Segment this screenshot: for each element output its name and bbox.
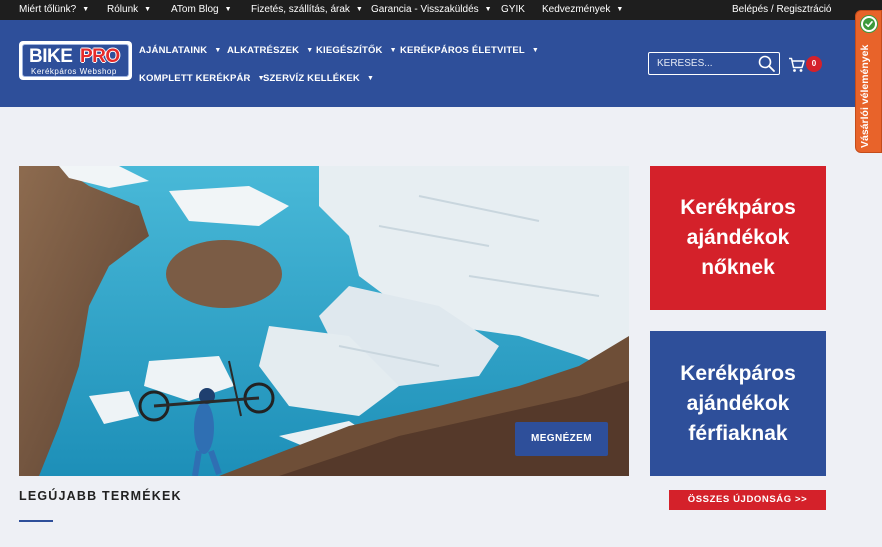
logo-subtitle: Kerékpáros Webshop bbox=[31, 67, 117, 76]
topbar-link-label: Fizetés, szállítás, árak bbox=[251, 4, 350, 15]
promo-line: férfiaknak bbox=[688, 421, 788, 445]
nav-item-label: AJÁNLATAINK bbox=[139, 45, 208, 56]
topbar-link-why-us[interactable]: Miért tőlünk? ▼ bbox=[19, 4, 89, 15]
top-bar: Miért tőlünk? ▼ Rólunk ▼ ATom Blog ▼ Fizeté… bbox=[0, 0, 882, 20]
nav-item-label: KOMPLETT KERÉKPÁR bbox=[139, 73, 251, 84]
promo-gifts-women[interactable]: Kerékpáros ajándékok nőknek bbox=[650, 166, 826, 310]
nav-item-parts[interactable]: ALKATRÉSZEK ▼ bbox=[227, 45, 313, 56]
topbar-link-label: Garancia - Visszaküldés bbox=[371, 4, 479, 15]
hero-cta-button[interactable]: MEGNÉZEM bbox=[515, 422, 608, 456]
customer-reviews-label: Vásárlói vélemények bbox=[859, 44, 871, 148]
chevron-down-icon: ▼ bbox=[616, 6, 624, 13]
promo-line: Kerékpáros bbox=[680, 361, 796, 385]
hero-banner[interactable]: MEGNÉZEM bbox=[19, 166, 629, 476]
promo-line: ajándékok bbox=[686, 391, 790, 415]
topbar-link-warranty[interactable]: Garancia - Visszaküldés ▼ bbox=[371, 4, 492, 15]
all-new-products-button[interactable]: ÖSSZES ÚJDONSÁG >> bbox=[669, 490, 826, 510]
customer-reviews-tab[interactable]: Vásárlói vélemények bbox=[855, 10, 882, 153]
chevron-down-icon: ▼ bbox=[484, 6, 492, 13]
promo-line: ajándékok bbox=[686, 226, 790, 249]
section-title-newest: LEGÚJABB TERMÉKEK bbox=[19, 489, 182, 503]
promo-gifts-men[interactable]: Kerékpáros ajándékok férfiaknak bbox=[650, 331, 826, 476]
topbar-link-payment-shipping[interactable]: Fizetés, szállítás, árak ▼ bbox=[251, 4, 363, 15]
nav-item-label: SZERVÍZ KELLÉKEK bbox=[263, 73, 360, 84]
topbar-link-label: ATom Blog bbox=[171, 4, 219, 15]
chevron-down-icon: ▼ bbox=[366, 75, 375, 82]
search-icon bbox=[758, 55, 775, 72]
topbar-link-blog[interactable]: ATom Blog ▼ bbox=[171, 4, 232, 15]
nav-item-complete-bikes[interactable]: KOMPLETT KERÉKPÁR ▼ bbox=[139, 73, 265, 84]
nav-item-offers[interactable]: AJÁNLATAINK ▼ bbox=[139, 45, 221, 56]
nav-item-accessories[interactable]: KIEGÉSZÍTŐK ▼ bbox=[316, 45, 397, 56]
cart-icon bbox=[789, 57, 805, 72]
topbar-link-about[interactable]: Rólunk ▼ bbox=[107, 4, 151, 15]
main-header: BIKE PRO Kerékpáros Webshop AJÁNLATAINK ▼… bbox=[0, 20, 882, 107]
nav-item-lifestyle[interactable]: KERÉKPÁROS ÉLETVITEL ▼ bbox=[400, 45, 539, 56]
topbar-link-label: Rólunk bbox=[107, 4, 139, 15]
chevron-down-icon: ▼ bbox=[144, 6, 152, 13]
search-box bbox=[648, 52, 780, 75]
topbar-link-label: Miért tőlünk? bbox=[19, 4, 77, 15]
topbar-link-faq[interactable]: GYIK bbox=[501, 4, 525, 15]
check-badge-icon bbox=[860, 15, 878, 33]
nav-item-label: KIEGÉSZÍTŐK bbox=[316, 45, 383, 56]
section-title-underline bbox=[19, 520, 53, 522]
cart-button[interactable] bbox=[788, 57, 806, 73]
topbar-link-label: GYIK bbox=[501, 4, 525, 15]
chevron-down-icon: ▼ bbox=[531, 47, 540, 54]
topbar-link-discounts[interactable]: Kedvezmények ▼ bbox=[542, 4, 623, 15]
search-button[interactable] bbox=[757, 54, 777, 74]
nav-item-label: ALKATRÉSZEK bbox=[227, 45, 300, 56]
cart-count-badge: 0 bbox=[806, 56, 822, 72]
nav-item-label: KERÉKPÁROS ÉLETVITEL bbox=[400, 45, 525, 56]
logo-badge: BIKE PRO Kerékpáros Webshop bbox=[22, 44, 129, 77]
logo-word-pro: PRO bbox=[80, 46, 120, 67]
chevron-down-icon: ▼ bbox=[214, 47, 222, 54]
logo-word-bike: BIKE bbox=[29, 46, 73, 67]
chevron-down-icon: ▼ bbox=[389, 47, 397, 54]
promo-line: Kerékpáros bbox=[680, 196, 796, 219]
chevron-down-icon: ▼ bbox=[355, 6, 363, 13]
chevron-down-icon: ▼ bbox=[224, 6, 232, 13]
chevron-down-icon: ▼ bbox=[82, 6, 90, 13]
promo-line: nőknek bbox=[701, 256, 775, 279]
search-input[interactable] bbox=[649, 53, 757, 74]
bikepro-logo[interactable]: BIKE PRO Kerékpáros Webshop bbox=[19, 41, 132, 80]
login-register-link[interactable]: Belépés / Regisztráció bbox=[732, 4, 832, 15]
chevron-down-icon: ▼ bbox=[306, 47, 314, 54]
topbar-link-label: Kedvezmények bbox=[542, 4, 611, 15]
nav-item-service-supplies[interactable]: SZERVÍZ KELLÉKEK ▼ bbox=[263, 73, 374, 84]
